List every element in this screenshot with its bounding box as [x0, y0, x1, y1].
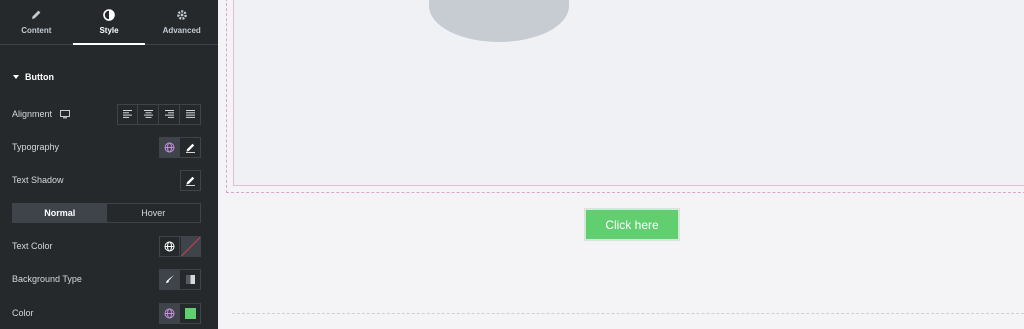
pencil-icon [185, 143, 195, 153]
alignment-buttons [117, 103, 201, 125]
brush-icon [165, 275, 174, 283]
state-tabs: Normal Hover [12, 203, 201, 223]
section-outline [226, 0, 1024, 193]
text-color-globals-button[interactable] [159, 235, 180, 257]
tab-content[interactable]: Content [0, 0, 73, 44]
globe-icon [164, 142, 175, 152]
pencil-icon [30, 9, 42, 21]
container-outline [233, 0, 1024, 186]
align-right-button[interactable] [159, 103, 180, 125]
gradient-icon [185, 274, 195, 284]
text-shadow-edit-button[interactable] [180, 169, 201, 191]
tab-advanced[interactable]: Advanced [145, 0, 218, 44]
typography-globals-button[interactable] [159, 136, 180, 158]
background-gradient-button[interactable] [180, 268, 201, 290]
globe-icon [164, 241, 175, 251]
button-section-toggle[interactable]: Button [13, 72, 54, 82]
tab-content-label: Content [21, 26, 52, 35]
empty-color-swatch [180, 236, 200, 256]
tab-advanced-label: Advanced [162, 26, 201, 35]
tab-style[interactable]: Style [72, 0, 146, 45]
align-left-button[interactable] [117, 103, 138, 125]
alignment-control: Alignment [12, 103, 201, 125]
background-classic-button[interactable] [159, 268, 180, 290]
typography-control: Typography [12, 136, 201, 158]
alignment-label: Alignment [12, 109, 53, 119]
section-title: Button [25, 72, 54, 82]
half-circle-icon [103, 9, 115, 21]
tab-style-label: Style [99, 26, 119, 35]
align-left-icon [123, 110, 132, 118]
text-color-control: Text Color [12, 235, 201, 257]
text-color-label: Text Color [12, 241, 53, 251]
typography-edit-button[interactable] [180, 136, 201, 158]
tab-hover[interactable]: Hover [107, 204, 201, 222]
tab-normal[interactable]: Normal [13, 204, 107, 222]
color-picker[interactable] [180, 302, 201, 324]
caret-down-icon [13, 75, 19, 79]
desktop-icon[interactable] [60, 109, 71, 119]
text-color-picker[interactable] [180, 235, 201, 257]
decorative-shape [429, 0, 569, 42]
color-control: Color [12, 302, 201, 324]
color-label: Color [12, 308, 34, 318]
align-center-icon [143, 110, 153, 118]
text-shadow-control: Text Shadow [12, 169, 201, 191]
gear-icon [176, 9, 188, 21]
background-type-control: Background Type [12, 268, 201, 290]
pencil-icon [186, 176, 195, 186]
align-justify-button[interactable] [180, 103, 201, 125]
preview-canvas: Click here [218, 0, 1024, 329]
preview-button[interactable]: Click here [584, 208, 680, 241]
globe-icon [164, 308, 175, 318]
section-divider [232, 313, 1024, 314]
style-panel: Content Style Advanced Button Alignment [0, 0, 218, 329]
green-color-swatch [184, 307, 196, 319]
align-justify-icon [185, 110, 195, 118]
align-right-icon [164, 110, 174, 118]
typography-label: Typography [12, 142, 60, 152]
background-type-label: Background Type [12, 274, 82, 284]
color-globals-button[interactable] [159, 302, 180, 324]
text-shadow-label: Text Shadow [12, 175, 64, 185]
align-center-button[interactable] [138, 103, 159, 125]
panel-tabs: Content Style Advanced [0, 0, 218, 45]
